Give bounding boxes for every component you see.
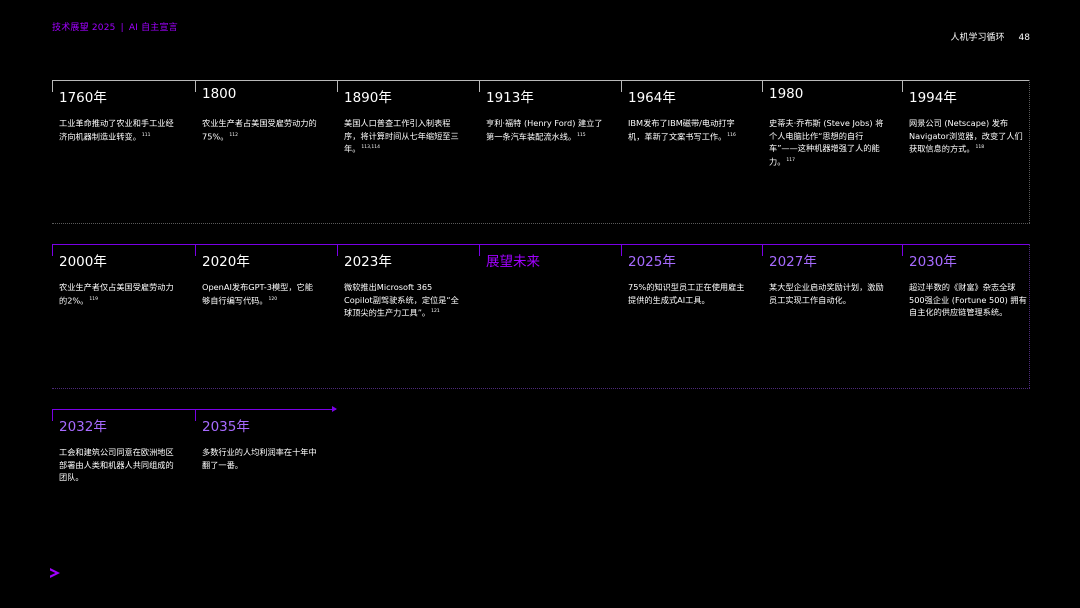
timeline-year: 1760年 xyxy=(59,90,107,106)
timeline-text: 亨利·福特 (Henry Ford) 建立了第一条汽车装配流水线。115 xyxy=(486,118,603,142)
timeline-text: IBM发布了IBM磁带/电动打字机，革新了文案书写工作。116 xyxy=(628,118,736,142)
timeline-text: 美国人口普查工作引入制表程序，将计算时间从七年缩短至三年。113,114 xyxy=(344,118,459,154)
timeline-text: 75%的知识型员工正在使用雇主提供的生成式AI工具。 xyxy=(628,282,745,305)
future-heading: 展望未来 xyxy=(479,244,607,384)
timeline-entry: 2032年 工会和建筑公司同意在欧洲地区部署由人类和机器人共同组成的团队。 xyxy=(52,409,180,549)
header-right: 人机学习循环 48 xyxy=(951,30,1030,43)
arrow-right-icon xyxy=(332,406,337,412)
timeline-entry: 1980 史蒂夫·乔布斯 (Steve Jobs) 将个人电脑比作“思想的自行车… xyxy=(762,80,890,220)
timeline-entry: 2030年 超过半数的《财富》杂志全球500强企业 (Fortune 500) … xyxy=(902,244,1030,384)
timeline-entry: 1890年 美国人口普查工作引入制表程序，将计算时间从七年缩短至三年。113,1… xyxy=(337,80,465,220)
timeline-year: 2027年 xyxy=(769,254,817,270)
timeline-year: 1800 xyxy=(202,86,237,102)
timeline-text: 史蒂夫·乔布斯 (Steve Jobs) 将个人电脑比作“思想的自行车”——这种… xyxy=(769,118,884,167)
timeline-text: OpenAI发布GPT-3模型，它能够自行编写代码。120 xyxy=(202,282,313,306)
timeline-entry: 2023年 微软推出Microsoft 365 Copilot副驾驶系统，定位是… xyxy=(337,244,465,384)
timeline-text: 工会和建筑公司同意在欧洲地区部署由人类和机器人共同组成的团队。 xyxy=(59,447,174,482)
timeline-year: 2035年 xyxy=(202,419,250,435)
timeline-entry: 1800 农业生产者占美国受雇劳动力的75%。112 xyxy=(195,80,323,220)
timeline-entry: 1964年 IBM发布了IBM磁带/电动打字机，革新了文案书写工作。116 xyxy=(621,80,749,220)
timeline-text: 网景公司 (Netscape) 发布Navigator浏览器，改变了人们获取信息… xyxy=(909,118,1023,154)
chevron-right-icon xyxy=(50,568,60,578)
timeline-year: 1964年 xyxy=(628,90,676,106)
timeline-entry: 1994年 网景公司 (Netscape) 发布Navigator浏览器，改变了… xyxy=(902,80,1030,220)
timeline-entry: 2020年 OpenAI发布GPT-3模型，它能够自行编写代码。120 xyxy=(195,244,323,384)
report-subtitle: AI 自主宣言 xyxy=(128,23,178,33)
timeline-text: 多数行业的人均利润率在十年中翻了一番。 xyxy=(202,447,317,470)
timeline-entry: 2000年 农业生产者仅占美国受雇劳动力的2%。119 xyxy=(52,244,180,384)
timeline-year: 1980 xyxy=(769,86,804,102)
timeline-year: 2030年 xyxy=(909,254,957,270)
timeline-year: 2023年 xyxy=(344,254,392,270)
timeline-text: 农业生产者占美国受雇劳动力的75%。112 xyxy=(202,118,317,142)
timeline-year: 2025年 xyxy=(628,254,676,270)
report-title: 技术展望 2025 xyxy=(52,23,116,33)
timeline-entry: 2027年 某大型企业启动奖励计划，激励员工实现工作自动化。 xyxy=(762,244,890,384)
timeline-year: 1913年 xyxy=(486,90,534,106)
timeline-text: 某大型企业启动奖励计划，激励员工实现工作自动化。 xyxy=(769,282,884,305)
header-separator: | xyxy=(120,23,124,33)
timeline-text: 农业生产者仅占美国受雇劳动力的2%。119 xyxy=(59,282,174,306)
timeline-entry: 2025年 75%的知识型员工正在使用雇主提供的生成式AI工具。 xyxy=(621,244,749,384)
timeline-entry: 2035年 多数行业的人均利润率在十年中翻了一番。 xyxy=(195,409,323,549)
timeline-year: 2032年 xyxy=(59,419,107,435)
row-dotted-border xyxy=(52,388,1030,389)
timeline-text: 超过半数的《财富》杂志全球500强企业 (Fortune 500) 拥有自主化的… xyxy=(909,282,1027,317)
section-title: 人机学习循环 xyxy=(950,33,1005,43)
timeline-text: 微软推出Microsoft 365 Copilot副驾驶系统，定位是“全球顶尖的… xyxy=(344,282,459,318)
timeline-entry: 1760年 工业革命推动了农业和手工业经济向机器制造业转变。111 xyxy=(52,80,180,220)
timeline-year: 2000年 xyxy=(59,254,107,270)
timeline-entry: 1913年 亨利·福特 (Henry Ford) 建立了第一条汽车装配流水线。1… xyxy=(479,80,607,220)
timeline-year: 1994年 xyxy=(909,90,957,106)
future-label: 展望未来 xyxy=(486,254,540,270)
timeline-year: 1890年 xyxy=(344,90,392,106)
timeline-text: 工业革命推动了农业和手工业经济向机器制造业转变。111 xyxy=(59,118,174,142)
header-left: 技术展望 2025 | AI 自主宣言 xyxy=(52,20,178,33)
timeline-year: 2020年 xyxy=(202,254,250,270)
row-dotted-border xyxy=(52,223,1030,224)
page-number: 48 xyxy=(1018,33,1030,43)
